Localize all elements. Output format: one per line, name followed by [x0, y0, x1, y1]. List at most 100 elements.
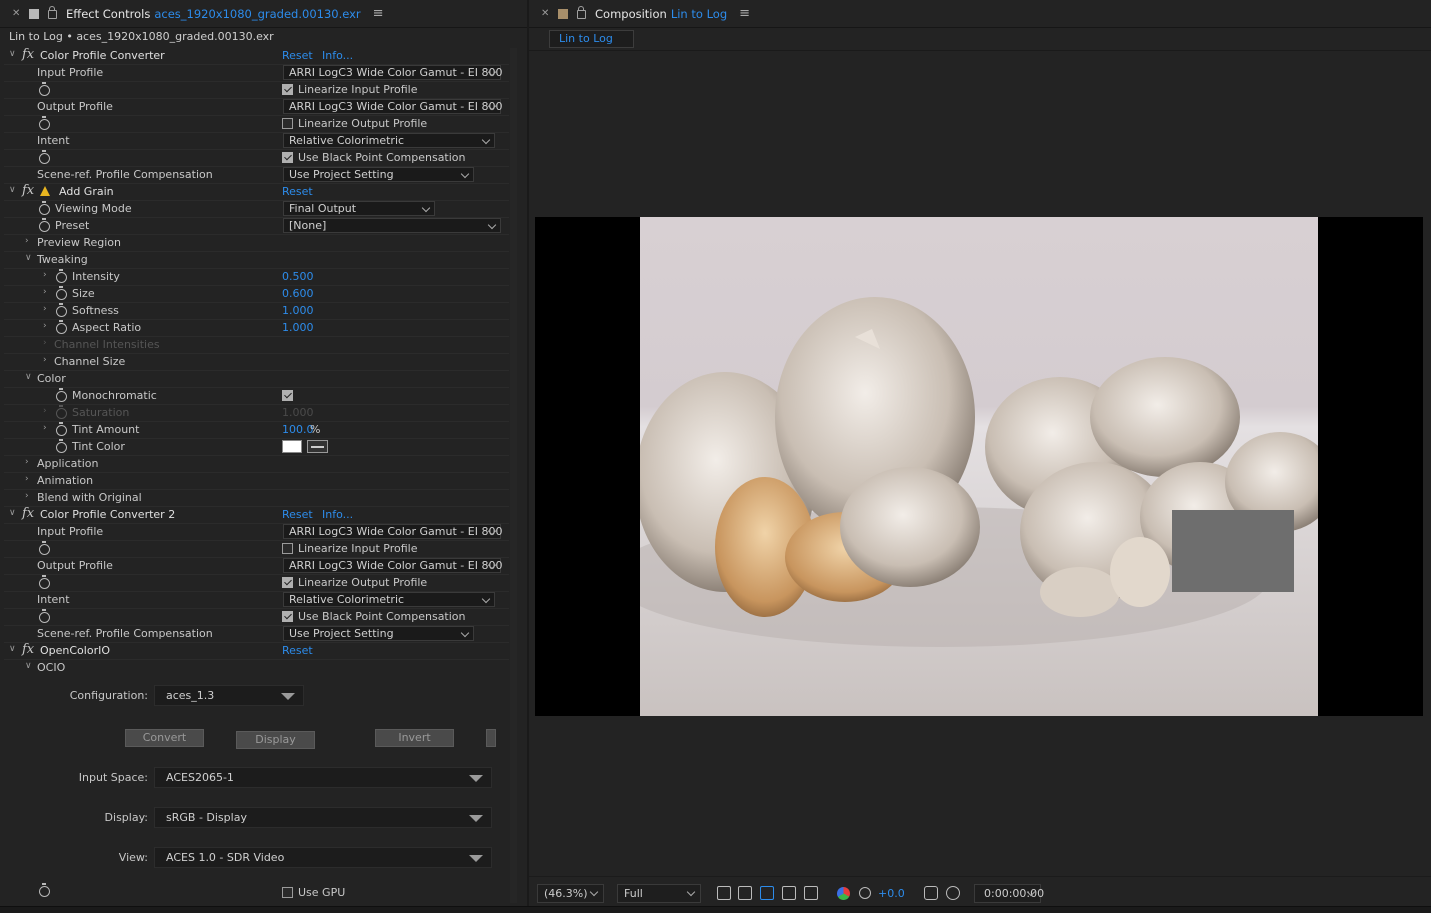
chevron-right-icon[interactable]: ›	[25, 491, 29, 501]
info-link[interactable]: Info...	[322, 49, 353, 62]
reset-link[interactable]: Reset	[282, 508, 313, 521]
stopwatch-icon[interactable]	[39, 82, 50, 96]
viewing-mode-dropdown[interactable]: Final Output	[283, 201, 435, 216]
black-point-checkbox[interactable]	[282, 152, 293, 163]
extra-button[interactable]	[486, 729, 496, 747]
intent-dropdown[interactable]: Relative Colorimetric	[283, 133, 495, 148]
stopwatch-icon[interactable]	[39, 201, 50, 215]
intensity-value[interactable]: 0.500	[282, 270, 314, 283]
linearize-output-checkbox[interactable]	[282, 577, 293, 588]
chevron-right-icon[interactable]: ›	[43, 304, 47, 314]
comp-viewer-image[interactable]	[640, 217, 1318, 716]
panel-title[interactable]: Effect Controls aces_1920x1080_graded.001…	[66, 7, 361, 21]
color-channels-icon[interactable]	[837, 887, 850, 900]
convert-button[interactable]: Convert	[125, 729, 204, 747]
close-panel-icon[interactable]: ✕	[12, 8, 22, 19]
softness-value[interactable]: 1.000	[282, 304, 314, 317]
scrollbar[interactable]	[510, 48, 517, 903]
view-dropdown[interactable]: ACES 1.0 - SDR Video	[154, 847, 492, 868]
chevron-down-icon[interactable]: ∨	[25, 661, 32, 671]
panel-title[interactable]: Composition Lin to Log	[595, 7, 727, 21]
region-of-interest-icon[interactable]	[782, 886, 796, 900]
stopwatch-icon[interactable]	[39, 883, 50, 897]
chevron-right-icon[interactable]: ›	[43, 355, 47, 365]
exposure-value[interactable]: +0.0	[878, 884, 905, 903]
size-value[interactable]: 0.600	[282, 287, 314, 300]
scene-ref-dropdown[interactable]: Use Project Setting	[283, 626, 474, 641]
use-gpu-checkbox[interactable]	[282, 887, 293, 898]
monochromatic-checkbox[interactable]	[282, 390, 293, 401]
color-group-row[interactable]: ∨ Color	[4, 371, 509, 388]
lock-icon[interactable]	[577, 6, 586, 19]
camera-snapshot-icon[interactable]	[924, 886, 938, 900]
black-point-checkbox[interactable]	[282, 611, 293, 622]
effect-header-cpc1[interactable]: ∨ fx Color Profile Converter Reset Info.…	[4, 47, 509, 65]
reset-link[interactable]: Reset	[282, 185, 313, 198]
chevron-right-icon[interactable]: ›	[25, 474, 29, 484]
stopwatch-icon[interactable]	[39, 541, 50, 555]
input-space-dropdown[interactable]: ACES2065-1	[154, 767, 492, 788]
panel-menu-icon[interactable]: ≡	[739, 6, 750, 21]
stopwatch-icon[interactable]	[39, 575, 50, 589]
scene-ref-dropdown[interactable]: Use Project Setting	[283, 167, 474, 182]
chevron-right-icon[interactable]: ›	[43, 423, 47, 433]
stopwatch-icon[interactable]	[39, 218, 50, 232]
tweaking-row[interactable]: ∨ Tweaking	[4, 252, 509, 269]
input-profile-dropdown[interactable]: ARRI LogC3 Wide Color Gamut - EI 800	[283, 65, 502, 80]
linearize-output-checkbox[interactable]	[282, 118, 293, 129]
stopwatch-icon[interactable]	[56, 303, 67, 317]
resolution-dropdown[interactable]: Full	[617, 884, 701, 903]
blend-row[interactable]: › Blend with Original	[4, 490, 509, 507]
show-snapshot-icon[interactable]	[946, 886, 960, 900]
transparency-grid-icon[interactable]	[738, 886, 752, 900]
chevron-down-icon[interactable]: ∨	[9, 508, 16, 518]
reset-link[interactable]: Reset	[282, 644, 313, 657]
chevron-down-icon[interactable]: ∨	[25, 253, 32, 263]
chevron-right-icon[interactable]: ›	[43, 270, 47, 280]
panel-menu-icon[interactable]: ≡	[373, 6, 384, 21]
aspect-ratio-value[interactable]: 1.000	[282, 321, 314, 334]
invert-button[interactable]: Invert	[375, 729, 454, 747]
lock-icon[interactable]	[48, 6, 57, 19]
grid-guides-icon[interactable]	[804, 886, 818, 900]
fast-previews-icon[interactable]	[717, 886, 731, 900]
input-profile-dropdown[interactable]: ARRI LogC3 Wide Color Gamut - EI 800	[283, 524, 502, 539]
mask-visibility-icon[interactable]	[760, 886, 774, 900]
effect-header-ocio[interactable]: ∨ fx OpenColorIO Reset	[4, 642, 509, 660]
chevron-down-icon[interactable]: ∨	[9, 49, 16, 59]
animation-row[interactable]: › Animation	[4, 473, 509, 490]
chevron-down-icon[interactable]: ∨	[25, 372, 32, 382]
stopwatch-icon[interactable]	[56, 439, 67, 453]
chevron-right-icon[interactable]: ›	[25, 236, 29, 246]
stopwatch-icon[interactable]	[56, 286, 67, 300]
stopwatch-icon[interactable]	[39, 116, 50, 130]
preset-dropdown[interactable]: [None]	[283, 218, 501, 233]
display-dropdown[interactable]: sRGB - Display	[154, 807, 492, 828]
stopwatch-icon[interactable]	[56, 422, 67, 436]
stopwatch-icon[interactable]	[56, 388, 67, 402]
fx-icon[interactable]: fx	[22, 506, 34, 521]
comp-tab[interactable]: Lin to Log	[549, 30, 634, 48]
stopwatch-icon[interactable]	[56, 269, 67, 283]
timecode-field[interactable]: 0:00:00:00	[974, 884, 1044, 903]
chevron-right-icon[interactable]: ›	[43, 321, 47, 331]
reset-link[interactable]: Reset	[282, 49, 313, 62]
tint-amount-value[interactable]: 100.0	[282, 423, 314, 436]
chevron-down-icon[interactable]: ∨	[9, 185, 16, 195]
preview-region-row[interactable]: › Preview Region	[4, 235, 509, 252]
close-panel-icon[interactable]: ✕	[541, 8, 551, 19]
effect-header-cpc2[interactable]: ∨ fx Color Profile Converter 2 Reset Inf…	[4, 506, 509, 524]
linearize-input-checkbox[interactable]	[282, 543, 293, 554]
exposure-reset-icon[interactable]	[859, 887, 871, 899]
tint-color-swatch[interactable]	[282, 440, 302, 453]
zoom-dropdown[interactable]: (46.3%)	[537, 884, 604, 903]
effect-header-add-grain[interactable]: ∨ fx Add Grain Reset	[4, 183, 509, 201]
channel-size-row[interactable]: › Channel Size	[4, 354, 509, 371]
linearize-input-checkbox[interactable]	[282, 84, 293, 95]
ocio-group-row[interactable]: ∨ OCIO	[4, 660, 509, 677]
application-row[interactable]: › Application	[4, 456, 509, 473]
display-button[interactable]: Display	[236, 731, 315, 749]
configuration-dropdown[interactable]: aces_1.3	[154, 685, 304, 706]
fx-icon[interactable]: fx	[22, 642, 34, 657]
stopwatch-icon[interactable]	[39, 609, 50, 623]
